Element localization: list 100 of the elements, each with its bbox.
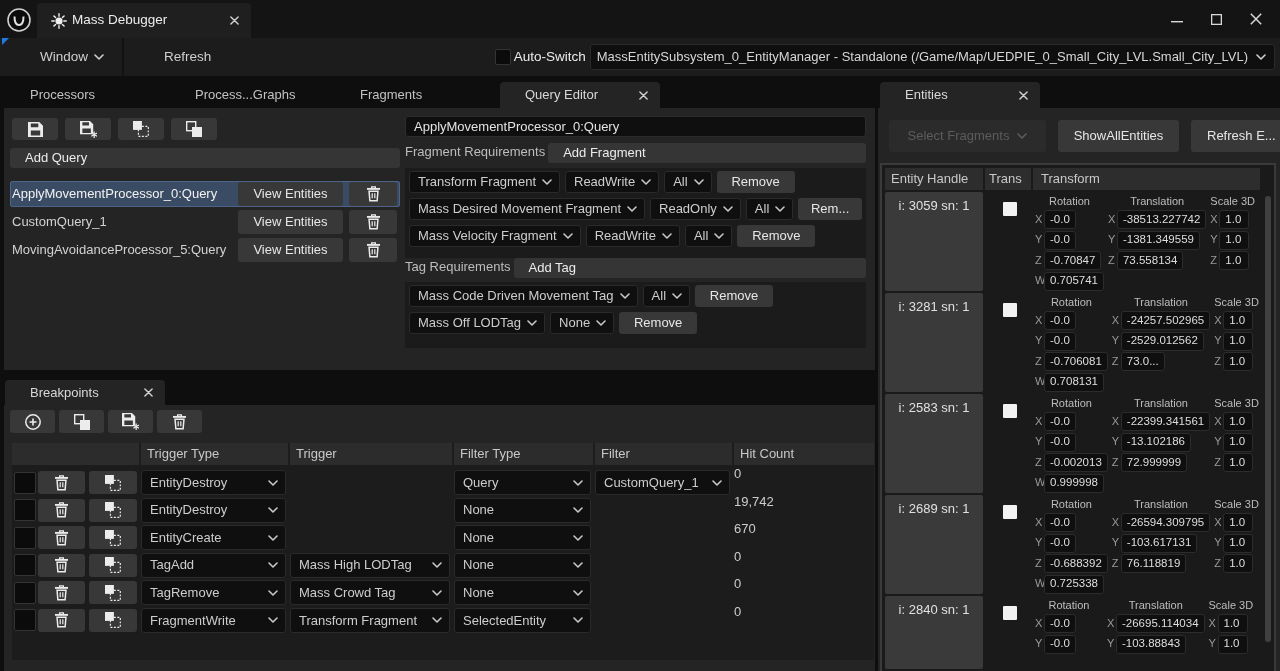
close-icon[interactable] [639,90,648,100]
value-field[interactable]: -103.88843 [1116,634,1187,654]
value-field[interactable]: -24257.502965 [1120,311,1211,330]
filter-dropdown[interactable]: CustomQuery_1 [595,470,730,495]
access-dropdown[interactable]: ReadWrite [565,171,660,193]
value-field[interactable]: -13.102186 [1120,432,1191,452]
paste-button[interactable] [59,410,104,433]
refresh-button[interactable]: Refresh [164,48,212,66]
entity-handle-cell[interactable]: i: 2583 sn: 1 [885,394,983,493]
entity-handle-cell[interactable]: i: 3281 sn: 1 [885,293,983,392]
checkbox[interactable] [1003,303,1017,317]
checkbox[interactable] [1003,404,1017,418]
query-row[interactable]: MovingAvoidanceProcessor_5:Query View Entities [10,237,400,263]
value-field[interactable]: -0.002013 [1044,453,1108,472]
document-tab[interactable]: Mass Debugger [37,3,251,38]
view-entities-button[interactable]: View Entities [238,182,343,206]
remove-button[interactable]: Remove [695,285,774,307]
value-field[interactable]: 1.0 [1223,352,1254,371]
trigger-dropdown[interactable]: Mass High LODTag [290,552,450,578]
checkbox[interactable] [1003,505,1017,519]
value-field[interactable]: 1.0 [1223,513,1254,532]
value-field[interactable]: 0.999998 [1044,473,1104,493]
add-button[interactable] [10,410,55,433]
value-field[interactable]: -0.70847 [1044,251,1102,270]
delete-button[interactable] [38,581,85,605]
delete-button[interactable] [349,238,397,262]
trigger-dropdown[interactable]: Mass Crowd Tag [290,580,450,606]
view-entities-button[interactable]: View Entities [238,238,343,262]
filter-type-dropdown[interactable]: None [454,525,591,551]
trigger-type-dropdown[interactable]: EntityDestroy [141,470,286,495]
value-field[interactable]: -0.706081 [1044,352,1108,371]
remove-button[interactable]: Remove [737,225,816,247]
value-field[interactable]: -0.0 [1044,533,1076,553]
value-field[interactable]: 1.0 [1223,533,1254,553]
tab[interactable]: Fragments [335,82,495,108]
value-field[interactable]: -0.0 [1044,230,1076,250]
checkbox[interactable] [14,581,36,604]
trigger-type-dropdown[interactable]: EntityCreate [141,525,286,551]
value-field[interactable]: -0.688392 [1044,554,1108,573]
value-field[interactable]: 1.0 [1223,311,1254,330]
value-field[interactable]: 1.0 [1223,331,1254,351]
value-field[interactable]: -26695.114034 [1116,614,1205,633]
entity-handle-cell[interactable]: i: 3059 sn: 1 [885,192,983,291]
value-field[interactable]: -0.0 [1044,412,1076,431]
checkbox[interactable] [14,499,36,522]
copy-button[interactable] [89,581,137,605]
presence-dropdown[interactable]: All [664,171,712,193]
checkbox[interactable] [494,49,511,65]
delete-button[interactable] [38,498,85,522]
filter-type-dropdown[interactable]: SelectedEntity [454,607,591,633]
value-field[interactable]: -38513.227742 [1116,210,1207,229]
show-all-button[interactable]: ShowAllEntities [1058,120,1179,152]
filter-type-dropdown[interactable]: None [454,497,591,523]
presence-dropdown[interactable]: None [550,312,615,334]
world-dropdown[interactable]: MassEntitySubsystem_0_EntityManager - Standalone (/Game/Map/UEDPIE_0_Small_City_LVL.Small_City_LVL) [589,44,1275,70]
save-button[interactable] [12,118,58,140]
value-field[interactable]: -0.0 [1044,614,1076,633]
query-row[interactable]: ApplyMovementProcessor_0:Query View Entities [10,181,400,207]
entity-handle-cell[interactable]: i: 2840 sn: 1 [885,596,983,669]
copy-button[interactable] [89,608,137,632]
filter-type-dropdown[interactable]: None [454,580,591,606]
value-field[interactable]: -0.0 [1044,311,1076,330]
value-field[interactable]: -0.0 [1044,331,1076,351]
add-query-button[interactable]: Add Query [10,148,400,168]
copy-button[interactable] [89,498,137,522]
value-field[interactable]: -26594.309795 [1120,513,1211,532]
fragment-dropdown[interactable]: Mass Desired Movement Fragment [409,198,645,220]
value-field[interactable]: -0.0 [1044,634,1076,654]
value-field[interactable]: -0.0 [1044,513,1076,532]
tab[interactable]: Entities [880,82,1040,108]
tab[interactable]: Breakpoints [5,380,165,405]
tag-dropdown[interactable]: Mass Off LODTag [409,312,546,334]
filter-type-dropdown[interactable]: Query [454,470,591,495]
delete-button[interactable] [349,182,397,206]
save-as-button[interactable] [65,118,111,140]
value-field[interactable]: 1.0 [1223,432,1254,452]
delete-button[interactable] [157,410,202,433]
delete-button[interactable] [349,210,397,234]
query-name-field[interactable]: ApplyMovementProcessor_0:Query [405,116,866,137]
tab[interactable]: Process...Graphs [170,82,330,108]
value-field[interactable]: -0.0 [1044,210,1076,229]
filter-type-dropdown[interactable]: None [454,552,591,578]
trigger-dropdown[interactable]: Transform Fragment [290,607,450,633]
presence-dropdown[interactable]: All [745,198,794,220]
value-field[interactable]: 1.0 [1219,210,1250,229]
copy-button[interactable] [89,526,137,550]
add-tag-button[interactable]: Add Tag [513,258,866,278]
value-field[interactable]: 73.0... [1120,352,1165,371]
fragment-dropdown[interactable]: Transform Fragment [409,171,560,193]
entity-handle-cell[interactable]: i: 2689 sn: 1 [885,495,983,594]
access-dropdown[interactable]: ReadWrite [585,225,680,247]
close-icon[interactable] [144,388,153,397]
value-field[interactable]: 76.118819 [1120,554,1187,573]
value-field[interactable]: 72.999999 [1120,453,1188,472]
presence-dropdown[interactable]: All [642,285,691,307]
remove-button[interactable]: Rem... [798,198,862,220]
value-field[interactable]: 1.0 [1219,251,1250,270]
scrollbar[interactable] [1265,196,1271,642]
value-field[interactable]: 0.725338 [1044,574,1104,594]
value-field[interactable]: 1.0 [1223,554,1254,573]
